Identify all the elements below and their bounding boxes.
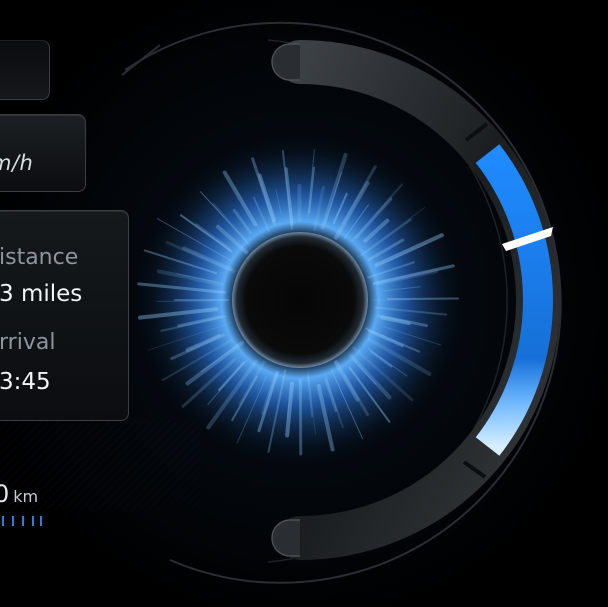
speed-unit-label: m/h	[0, 151, 34, 175]
burst-ray	[386, 297, 459, 301]
distance-value: 3 miles	[0, 281, 83, 307]
trip-info-panel: istance 3 miles rrival 3:45	[0, 210, 129, 421]
odometer-unit: km	[13, 487, 39, 506]
odometer: 0 km	[0, 480, 38, 508]
distance-label: istance	[0, 245, 79, 270]
arrival-label: rrival	[0, 330, 56, 355]
speed-panel: m/h	[0, 114, 86, 192]
center-hub	[232, 232, 368, 368]
top-panel	[0, 40, 50, 100]
odometer-value: 0	[0, 480, 10, 508]
dashboard-cluster: m/h istance 3 miles rrival 3:45 0km	[0, 0, 608, 607]
arrival-value: 3:45	[0, 369, 51, 395]
odometer-scale-ticks	[2, 516, 42, 526]
